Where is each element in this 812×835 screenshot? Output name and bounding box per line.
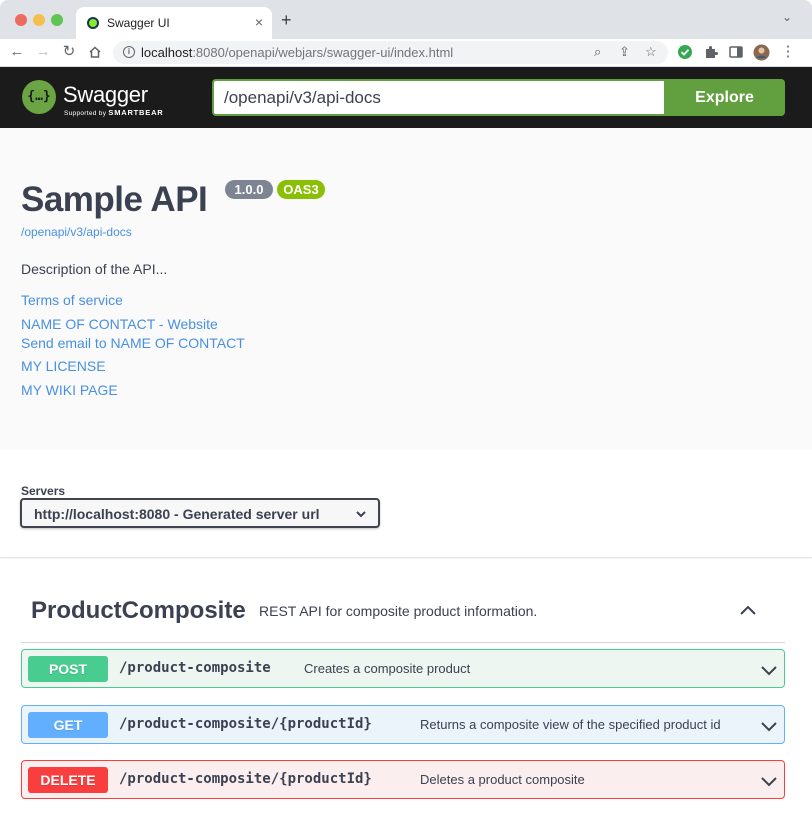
operation-summary: Creates a composite product: [304, 661, 471, 676]
tab-search-icon[interactable]: ⌄: [782, 10, 792, 24]
back-arrow-icon[interactable]: ←: [8, 43, 26, 61]
oas-badge: OAS3: [277, 180, 325, 199]
method-badge-get: GET: [28, 712, 108, 738]
swagger-logo-subtitle: Supported by SMARTBEAR: [64, 108, 164, 117]
extensions-puzzle-icon[interactable]: [703, 44, 719, 60]
forward-arrow-icon[interactable]: →: [34, 43, 52, 61]
chevron-down-icon: [354, 504, 368, 524]
tab-close-icon[interactable]: ×: [255, 14, 263, 30]
method-badge-delete: DELETE: [28, 767, 108, 793]
chevron-down-icon[interactable]: [760, 661, 778, 679]
contact-website-link[interactable]: NAME OF CONTACT - Website: [21, 316, 218, 332]
tag-name[interactable]: ProductComposite: [31, 597, 246, 625]
operation-delete-product-composite[interactable]: DELETE /product-composite/{productId} De…: [21, 760, 785, 799]
version-badge: 1.0.0: [225, 180, 273, 199]
browser-menu-icon[interactable]: ⋮: [779, 43, 797, 61]
servers-select[interactable]: http://localhost:8080 - Generated server…: [20, 498, 380, 528]
swagger-favicon-icon: [87, 17, 99, 29]
extension-check-icon[interactable]: [677, 44, 693, 60]
servers-label: Servers: [21, 484, 66, 498]
zoom-icon[interactable]: ⌕: [594, 44, 601, 60]
tag-description: REST API for composite product informati…: [259, 603, 538, 619]
operation-path: /product-composite/{productId}: [119, 771, 372, 787]
wiki-page-link[interactable]: MY WIKI PAGE: [21, 382, 118, 398]
swagger-logo-icon: {…}: [22, 80, 56, 114]
contact-email-link[interactable]: Send email to NAME OF CONTACT: [21, 335, 245, 351]
browser-tab[interactable]: Swagger UI ×: [76, 7, 272, 39]
info-section: [0, 128, 812, 450]
address-bar[interactable]: i localhost:8080/openapi/webjars/swagger…: [113, 41, 668, 64]
chevron-down-icon[interactable]: [760, 772, 778, 790]
collapse-tag-chevron-up-icon[interactable]: [738, 600, 758, 620]
operation-summary: Returns a composite view of the specifie…: [420, 717, 721, 732]
explore-button[interactable]: Explore: [664, 79, 785, 116]
site-info-icon[interactable]: i: [123, 46, 135, 58]
operation-get-product-composite[interactable]: GET /product-composite/{productId} Retur…: [21, 705, 785, 744]
spec-url-link[interactable]: /openapi/v3/api-docs: [21, 225, 132, 239]
bookmark-star-icon[interactable]: ☆: [645, 44, 657, 60]
home-icon[interactable]: [86, 43, 104, 61]
tag-divider: [21, 642, 785, 643]
operation-summary: Deletes a product composite: [420, 772, 585, 787]
browser-tab-bar: Swagger UI × + ⌄: [0, 0, 812, 39]
browser-toolbar: ← → ↻ i localhost:8080/openapi/webjars/s…: [0, 39, 812, 67]
servers-selected-value: http://localhost:8080 - Generated server…: [34, 506, 320, 522]
operation-path: /product-composite/{productId}: [119, 716, 372, 732]
reload-icon[interactable]: ↻: [60, 43, 78, 61]
new-tab-button[interactable]: +: [281, 11, 292, 29]
maximize-window-button[interactable]: [51, 14, 63, 26]
side-panel-icon[interactable]: [728, 44, 744, 60]
swagger-logo-text: Swagger: [63, 82, 148, 107]
page-title: Sample API: [21, 180, 208, 219]
chevron-down-icon[interactable]: [760, 717, 778, 735]
address-url: localhost:8080/openapi/webjars/swagger-u…: [141, 45, 454, 60]
minimize-window-button[interactable]: [33, 14, 45, 26]
spec-url-input[interactable]: [212, 79, 664, 116]
terms-of-service-link[interactable]: Terms of service: [21, 292, 123, 308]
close-window-button[interactable]: [15, 14, 27, 26]
api-description: Description of the API...: [21, 261, 168, 277]
swagger-topbar: {…} Swagger Supported by SMARTBEAR Explo…: [0, 67, 812, 128]
share-icon[interactable]: ⇪: [619, 44, 630, 60]
operation-path: /product-composite: [119, 660, 271, 676]
license-link[interactable]: MY LICENSE: [21, 358, 106, 374]
method-badge-post: POST: [28, 656, 108, 682]
profile-avatar[interactable]: [753, 44, 770, 61]
operation-post-product-composite[interactable]: POST /product-composite Creates a compos…: [21, 649, 785, 688]
tab-title: Swagger UI: [107, 16, 170, 30]
